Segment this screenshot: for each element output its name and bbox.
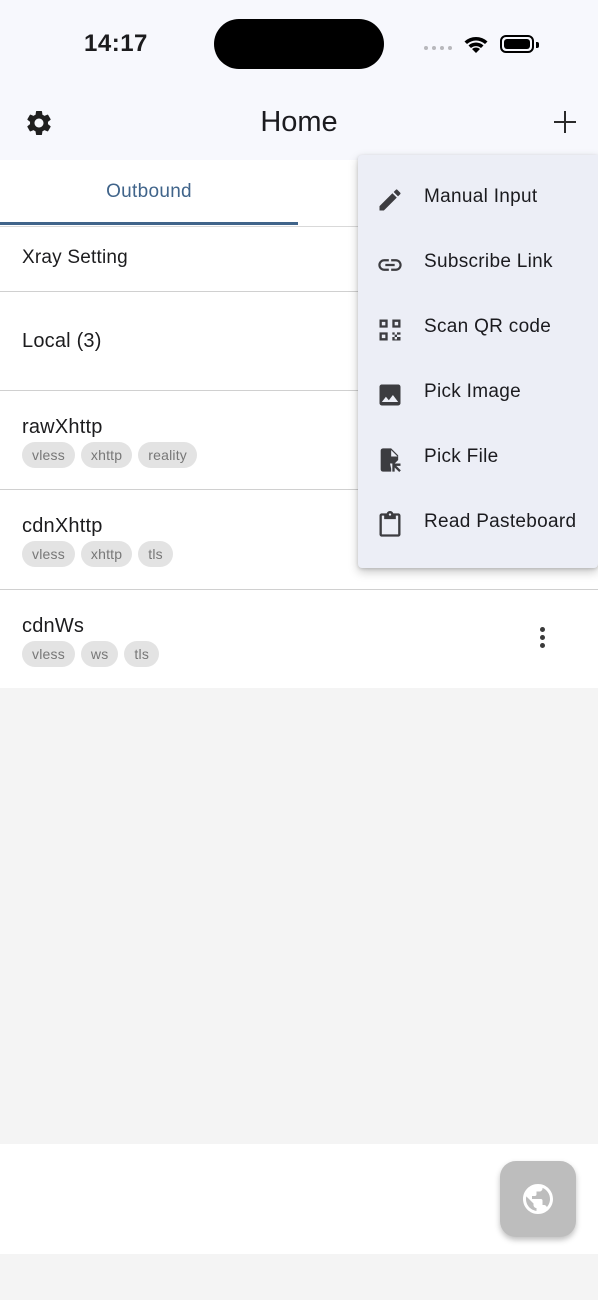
menu-item-label: Manual Input xyxy=(424,186,538,207)
link-icon xyxy=(378,259,402,271)
tag-chip: reality xyxy=(138,442,198,468)
status-indicators xyxy=(424,32,546,58)
image-icon xyxy=(379,384,401,406)
list-item[interactable]: cdnWs vless ws tls xyxy=(0,590,598,688)
menu-item-scan-qr[interactable]: Scan QR code xyxy=(358,296,598,361)
menu-item-label: Pick File xyxy=(424,446,499,467)
tag-chip: ws xyxy=(80,641,119,667)
menu-item-pick-image[interactable]: Pick Image xyxy=(358,361,598,426)
tag-chip: xhttp xyxy=(80,541,133,567)
clipboard-icon xyxy=(379,511,401,537)
qr-code-icon xyxy=(379,319,401,341)
tab-outbound[interactable]: Outbound xyxy=(0,160,298,225)
bottom-safe-area xyxy=(0,1254,598,1300)
menu-item-label: Scan QR code xyxy=(424,316,552,337)
empty-area xyxy=(0,688,598,1144)
page-title: Home xyxy=(260,106,338,138)
tag-chip: vless xyxy=(22,442,75,468)
status-time: 14:17 xyxy=(84,30,148,57)
battery-icon xyxy=(500,35,534,53)
tag-chip: vless xyxy=(22,641,75,667)
dynamic-island xyxy=(214,19,384,69)
menu-item-pick-file[interactable]: Pick File xyxy=(358,426,598,491)
wifi-icon xyxy=(464,37,488,53)
tag-list: vless xhttp tls xyxy=(22,541,173,567)
tag-list: vless ws tls xyxy=(22,641,160,667)
tag-chip: xhttp xyxy=(80,442,133,468)
pencil-icon xyxy=(379,189,401,211)
add-menu: Manual Input Subscribe Link Scan QR code… xyxy=(358,155,598,568)
menu-item-manual-input[interactable]: Manual Input xyxy=(358,166,598,231)
tag-chip: vless xyxy=(22,541,75,567)
menu-item-label: Read Pasteboard xyxy=(424,511,577,532)
menu-item-subscribe-link[interactable]: Subscribe Link xyxy=(358,231,598,296)
server-name: cdnWs xyxy=(22,615,85,637)
top-bar: 14:17 Home xyxy=(0,0,598,160)
signal-icon xyxy=(424,46,456,51)
group-label: Local (3) xyxy=(22,330,102,352)
server-name: rawXhttp xyxy=(22,416,103,438)
tag-list: vless xhttp reality xyxy=(22,442,198,468)
menu-item-read-pasteboard[interactable]: Read Pasteboard xyxy=(358,491,598,556)
tag-chip: tls xyxy=(124,641,160,667)
more-options-icon[interactable] xyxy=(533,626,553,652)
menu-item-label: Pick Image xyxy=(424,381,521,402)
xray-setting-label: Xray Setting xyxy=(22,247,128,268)
connect-button[interactable] xyxy=(500,1161,576,1237)
add-icon[interactable] xyxy=(552,109,578,135)
menu-item-label: Subscribe Link xyxy=(424,251,553,272)
globe-icon xyxy=(523,1184,553,1214)
tab-indicator xyxy=(0,222,298,225)
server-name: cdnXhttp xyxy=(22,515,103,537)
tag-chip: tls xyxy=(138,541,173,567)
file-icon xyxy=(380,448,401,473)
